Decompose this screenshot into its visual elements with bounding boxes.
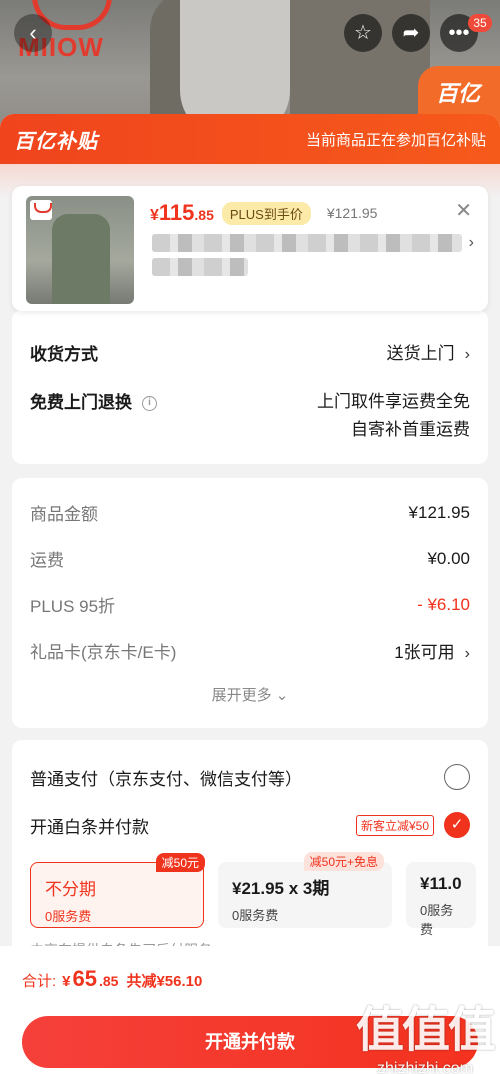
amount-label: PLUS 95折 [30, 597, 116, 616]
chevron-right-icon: › [468, 234, 474, 251]
normal-payment-label: 普通支付（京东支付、微信支付等） [30, 769, 302, 789]
plan-fee: 0服务费 [232, 908, 279, 923]
original-price: ¥121.95 [326, 205, 378, 221]
info-icon[interactable]: i [142, 396, 157, 412]
chevron-down-icon: ⌄ [275, 687, 289, 704]
subsidy-logo: 百亿补贴 [14, 130, 98, 153]
shipping-value: 送货上门 › [386, 344, 470, 363]
price-row: ¥115.85 PLUS到手价 ¥121.95 [150, 200, 377, 226]
return-value: 上门取件享运费全免 自寄补首重运费 [317, 392, 470, 439]
normal-payment-radio[interactable] [444, 764, 470, 790]
total-amount: 65 [72, 966, 97, 991]
plan-title: 不分期 [45, 880, 96, 899]
amount-row: 运费 ¥0.00 [30, 546, 470, 571]
amount-label: 礼品卡(京东卡/E卡) [30, 643, 177, 662]
order-total: 合计: ¥ 65 .85 共减¥56.10 [22, 966, 203, 991]
plus-price-label: PLUS到手价 [221, 201, 311, 225]
amount-label: 商品金额 [30, 505, 98, 524]
baitiao-label: 开通白条并付款 [30, 817, 149, 837]
plus-price: ¥115.85 [150, 200, 214, 225]
product-title-blurred [152, 234, 462, 252]
baitiao-row[interactable]: 开通白条并付款 新客立减¥50 ✓ [30, 812, 470, 838]
plan-title: ¥11.0 [420, 874, 462, 893]
plan-fee: 0服务费 [420, 903, 454, 937]
share-button[interactable]: ➦ [392, 14, 430, 52]
plan-title: ¥21.95 x 3期 [232, 879, 330, 898]
total-label: 合计: [22, 973, 57, 990]
favorite-button[interactable]: ☆ [344, 14, 382, 52]
amount-value: ¥121.95 [408, 502, 470, 522]
new-customer-badge: 新客立减¥50 [355, 814, 434, 836]
check-icon: ✓ [450, 816, 464, 833]
expand-more-button[interactable]: 展开更多 ⌄ [12, 684, 488, 705]
amount-value: 1张可用 › [394, 643, 470, 662]
normal-payment-row[interactable]: 普通支付（京东支付、微信支付等） [30, 764, 470, 790]
chevron-left-icon: ‹ [29, 20, 37, 45]
site-watermark: 值值值 zhizhizhi.com [355, 1004, 496, 1074]
plan-tag: 减50元 [155, 853, 205, 872]
payment-card: 普通支付（京东支付、微信支付等） 开通白条并付款 新客立减¥50 ✓ 减50元 … [12, 740, 488, 980]
discount-value: - ¥6.10 [417, 594, 470, 614]
star-icon: ☆ [354, 22, 372, 44]
product-thumbnail [26, 196, 134, 304]
chevron-right-icon: › [464, 645, 470, 662]
more-dots-icon: ••• [448, 22, 470, 44]
brand-logo-icon [30, 200, 52, 220]
delivery-card: 收货方式 送货上门 › 免费上门退换 i 上门取件享运费全免 自寄补首重运费 [12, 310, 488, 464]
product-card[interactable]: ¥115.85 PLUS到手价 ¥121.95 ✕ › [12, 186, 488, 311]
return-row: 免费上门退换 i 上门取件享运费全免 自寄补首重运费 [30, 388, 470, 444]
amount-label: 运费 [30, 551, 64, 570]
chevron-right-icon: › [464, 346, 470, 363]
subsidy-banner: 百亿补贴 当前商品正在参加百亿补贴 [0, 114, 500, 164]
share-icon: ➦ [402, 22, 420, 44]
return-label: 免费上门退换 i [30, 388, 157, 413]
plan-option[interactable]: 减50元+免息 ¥21.95 x 3期 0服务费 [218, 852, 392, 928]
shipping-row[interactable]: 收货方式 送货上门 › [30, 340, 470, 369]
gift-card-row[interactable]: 礼品卡(京东卡/E卡) 1张可用 › [30, 638, 470, 663]
baitiao-radio-checked[interactable]: ✓ [444, 812, 470, 838]
subsidy-note: 当前商品正在参加百亿补贴 [305, 131, 486, 149]
total-saved: 共减¥56.10 [126, 973, 203, 990]
amount-value: ¥0.00 [427, 548, 470, 568]
plan-option[interactable]: ¥11.0 0服务费 [406, 862, 476, 937]
close-icon[interactable]: ✕ [455, 198, 472, 223]
plan-tag: 减50元+免息 [303, 852, 384, 871]
back-button[interactable]: ‹ [14, 14, 52, 52]
plan-option[interactable]: 减50元 不分期 0服务费 [30, 853, 205, 928]
message-count-badge: 35 [468, 14, 492, 32]
plan-fee: 0服务费 [45, 909, 92, 924]
amount-card: 商品金额 ¥121.95 运费 ¥0.00 PLUS 95折 - ¥6.10 礼… [12, 478, 488, 728]
amount-row: 商品金额 ¥121.95 [30, 500, 470, 525]
shipping-label: 收货方式 [30, 345, 98, 364]
amount-row: PLUS 95折 - ¥6.10 [30, 592, 470, 617]
installment-plans: 减50元 不分期 0服务费 减50元+免息 ¥21.95 x 3期 0服务费 ¥… [30, 852, 476, 937]
checkout-sheet: 百亿补贴 当前商品正在参加百亿补贴 收货方式 送货上门 › 免费上门退换 i 上门取… [0, 114, 500, 1074]
product-title-blurred [152, 258, 248, 276]
